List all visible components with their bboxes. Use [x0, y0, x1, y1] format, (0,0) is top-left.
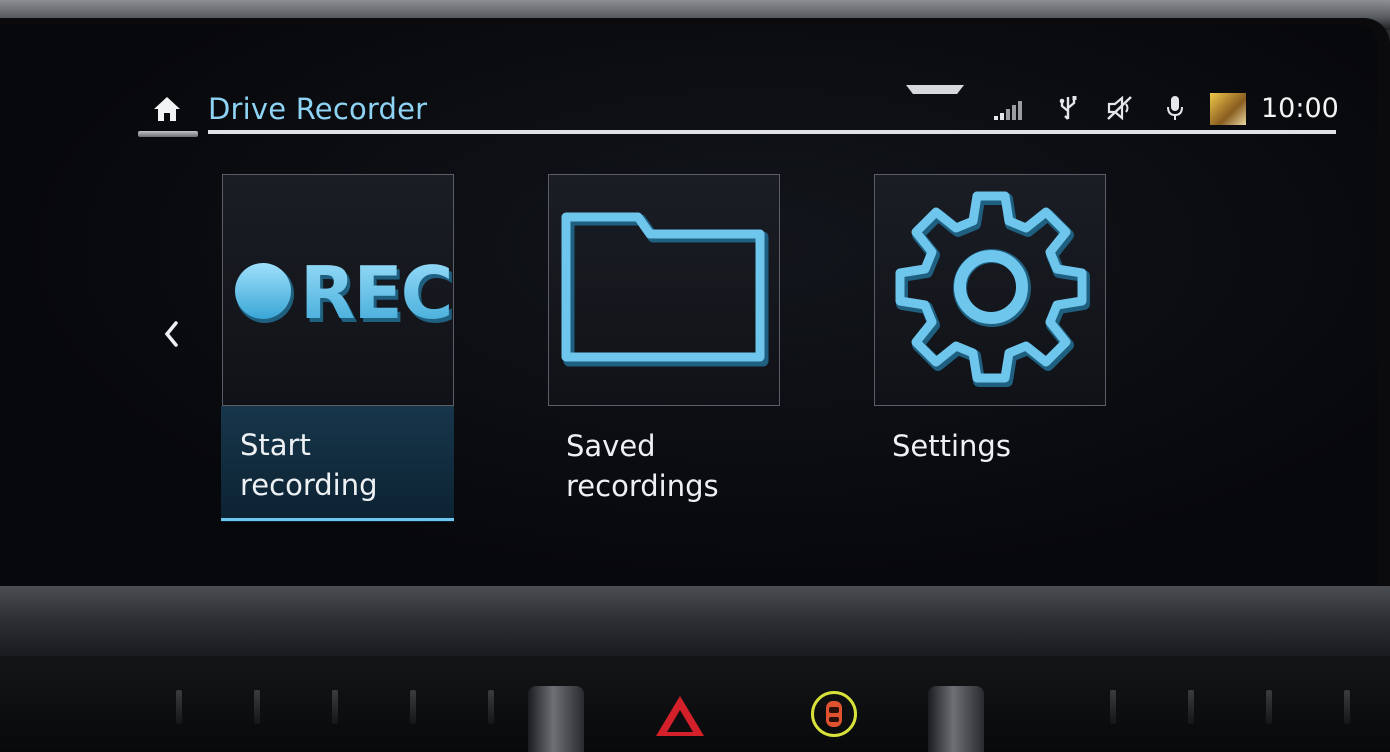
label-line: recordings — [566, 469, 719, 503]
gear-icon — [895, 191, 1090, 387]
bezel-bottom — [0, 586, 1390, 656]
media-thumbnail — [1210, 93, 1246, 125]
air-vent-slat — [176, 690, 182, 724]
label-line: Saved — [566, 429, 656, 463]
usb-icon — [1059, 96, 1077, 120]
hazard-button-icon[interactable] — [656, 696, 704, 736]
saved-recordings-label: Saved recordings — [566, 426, 719, 506]
label-line: recording — [240, 468, 378, 502]
vent-knob-left[interactable] — [528, 686, 584, 752]
chevron-left-icon[interactable] — [158, 316, 186, 352]
page-title: Drive Recorder — [208, 92, 428, 126]
settings-label: Settings — [892, 426, 1011, 466]
sound-muted-icon — [1107, 95, 1132, 121]
label-line: Start — [240, 428, 311, 462]
vent-knob-right[interactable] — [928, 686, 984, 752]
air-vent-slat — [488, 690, 494, 724]
air-vent-slat — [1110, 690, 1116, 724]
label-line: Settings — [892, 429, 1011, 463]
air-vent-slat — [1344, 690, 1350, 724]
settings-tile[interactable] — [874, 174, 1106, 406]
selection-underline — [221, 518, 454, 521]
air-vent-slat — [254, 690, 260, 724]
rec-icon: REC REC — [235, 251, 455, 339]
svg-text:REC: REC — [300, 251, 451, 335]
air-vent-slat — [410, 690, 416, 724]
clock: 10:00 — [1261, 93, 1339, 124]
home-icon — [154, 97, 180, 121]
saved-recordings-tile[interactable] — [548, 174, 780, 406]
air-vent-slat — [1188, 690, 1194, 724]
home-indicator — [138, 131, 198, 137]
car-button[interactable] — [811, 691, 857, 737]
microphone-icon — [1167, 96, 1183, 120]
home-button[interactable] — [150, 94, 184, 124]
air-vent-slat — [332, 690, 338, 724]
signal-bars-icon — [994, 101, 1022, 120]
folder-icon — [561, 212, 769, 367]
menu-pull-tab[interactable] — [906, 85, 964, 94]
header-divider — [208, 130, 1336, 134]
air-vent-slat — [1266, 690, 1272, 724]
car-icon — [826, 701, 842, 727]
start-recording-label: Start recording — [240, 425, 377, 505]
start-recording-tile[interactable]: REC REC — [222, 174, 455, 406]
